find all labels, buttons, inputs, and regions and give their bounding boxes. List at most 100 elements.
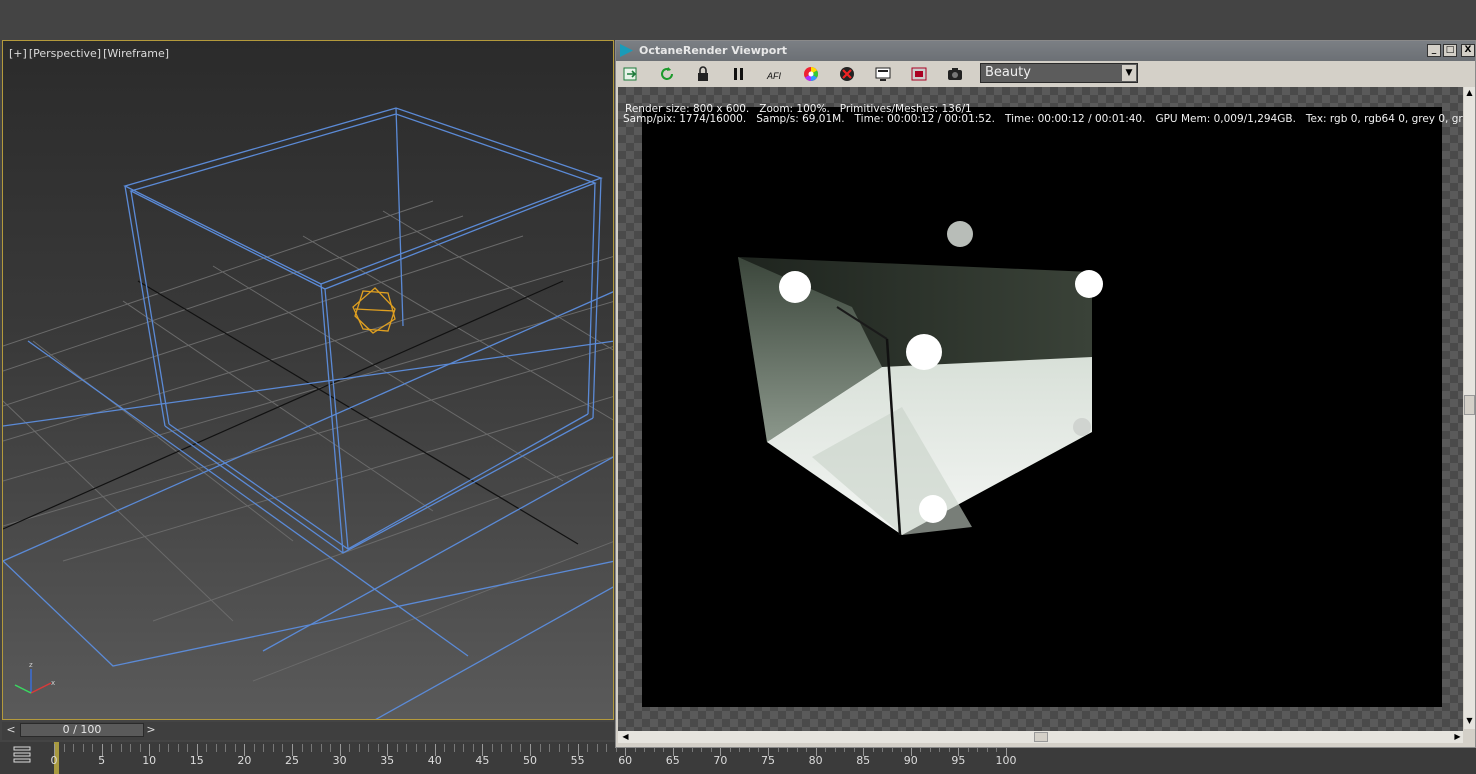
viewport-scene[interactable]: z x	[3, 41, 614, 720]
timeline-minor-tick	[111, 744, 113, 752]
clear-icon[interactable]	[838, 65, 860, 83]
timeline-minor-tick	[406, 744, 408, 752]
timeline-minor-tick	[92, 744, 94, 752]
timeline-minor-tick	[234, 744, 236, 752]
vertical-scrollbar[interactable]: ▲ ▼	[1464, 87, 1475, 729]
display-icon[interactable]	[874, 65, 896, 83]
timeline-minor-tick	[491, 744, 493, 752]
timeline-tick-label: 95	[951, 754, 966, 767]
vertical-scroll-thumb[interactable]	[1464, 395, 1475, 415]
octane-logo-icon	[620, 44, 633, 57]
minimize-button[interactable]: _	[1427, 44, 1441, 57]
timeline-minor-tick	[63, 744, 65, 752]
svg-text:z: z	[29, 661, 33, 669]
export-icon[interactable]	[622, 65, 644, 83]
render-pass-select[interactable]: Beauty ▼	[980, 63, 1138, 83]
grid	[3, 200, 613, 682]
timeline-tick-label: 50	[523, 754, 537, 767]
timeline-minor-tick	[282, 744, 284, 752]
timeline-tick-label: 45	[475, 754, 490, 767]
timeline-minor-tick	[82, 744, 84, 752]
scroll-up-icon[interactable]: ▲	[1464, 87, 1475, 98]
timeline-tick-label: 80	[808, 754, 823, 767]
svg-text:x: x	[51, 679, 55, 687]
timeline-minor-tick	[425, 744, 427, 752]
timeline-minor-tick	[472, 744, 474, 752]
color-wheel-icon[interactable]	[802, 65, 824, 83]
timeline-tick-label: 5	[98, 754, 106, 767]
timeline-minor-tick	[330, 744, 332, 752]
timeline-tick-label: 55	[570, 754, 585, 767]
time-next-arrow[interactable]: >	[144, 723, 158, 737]
time-slider[interactable]: < 0 / 100 >	[2, 722, 614, 740]
timeline-minor-tick	[130, 744, 132, 752]
timeline-tick-label: 35	[380, 754, 395, 767]
curve-editor-icon[interactable]	[12, 745, 34, 763]
time-prev-arrow[interactable]: <	[4, 723, 18, 737]
timeline-minor-tick	[158, 744, 160, 752]
lock-icon[interactable]	[694, 65, 716, 83]
timeline-tick-label: 75	[761, 754, 775, 767]
horizontal-scrollbar[interactable]: ◀ ▶	[618, 731, 1463, 743]
timeline-tick-label: 20	[237, 754, 252, 767]
octane-titlebar[interactable]: OctaneRender Viewport _ □ X	[616, 41, 1475, 61]
afi-icon[interactable]: AFI	[766, 65, 788, 83]
timeline-minor-tick	[225, 744, 227, 752]
perspective-viewport[interactable]: z x [+] [Perspective] [Wireframe]	[2, 40, 614, 720]
render-pass-value: Beauty	[985, 65, 1031, 80]
maximize-button[interactable]: □	[1443, 44, 1457, 57]
timeline-minor-tick	[73, 744, 75, 752]
timeline-tick-label: 70	[713, 754, 728, 767]
camera-icon[interactable]	[946, 65, 968, 83]
light-object[interactable]	[352, 287, 396, 334]
restart-render-icon[interactable]	[658, 65, 680, 83]
viewport-label[interactable]: [+] [Perspective] [Wireframe]	[9, 47, 171, 60]
horizontal-scroll-thumb[interactable]	[1034, 732, 1048, 742]
timeline-tick-label: 25	[285, 754, 299, 767]
region-icon[interactable]	[910, 65, 932, 83]
render-area[interactable]: Samp/pix: 1774/16000. Samp/s: 69,01M. Ti…	[618, 87, 1463, 733]
stats-line-2: Render size: 800 x 600. Zoom: 100%. Prim…	[625, 103, 972, 115]
timeline-tick-label: 90	[903, 754, 918, 767]
scroll-left-icon[interactable]: ◀	[620, 731, 631, 743]
render-image[interactable]	[642, 107, 1442, 707]
timeline-minor-tick	[596, 744, 598, 752]
timeline-minor-tick	[187, 744, 189, 752]
scroll-right-icon[interactable]: ▶	[1452, 731, 1463, 743]
timeline-minor-tick	[253, 744, 255, 752]
close-button[interactable]: X	[1461, 44, 1475, 57]
timeline-minor-tick	[510, 744, 512, 752]
timeline-tick-label: 60	[618, 754, 633, 767]
timeline-minor-tick	[272, 744, 274, 752]
viewport-view-label[interactable]: [Perspective]	[29, 47, 101, 60]
timeline-tick-label: 65	[665, 754, 680, 767]
svg-text:AFI: AFI	[766, 71, 782, 81]
timeline-minor-tick	[120, 744, 122, 752]
top-menu-strip	[0, 0, 1476, 40]
timeline-minor-tick	[453, 744, 455, 752]
timeline-minor-tick	[377, 744, 379, 752]
time-slider-thumb[interactable]: 0 / 100	[20, 723, 144, 737]
timeline-minor-tick	[368, 744, 370, 752]
scroll-down-icon[interactable]: ▼	[1464, 715, 1475, 726]
timeline-minor-tick	[358, 744, 360, 752]
timeline-minor-tick	[606, 744, 608, 752]
timeline-minor-tick	[463, 744, 465, 752]
timeline-minor-tick	[558, 744, 560, 752]
timeline-minor-tick	[301, 744, 303, 752]
window-title: OctaneRender Viewport	[639, 44, 788, 57]
viewport-shading-label[interactable]: [Wireframe]	[103, 47, 169, 60]
timeline-minor-tick	[263, 744, 265, 752]
render-stats: Samp/pix: 1774/16000. Samp/s: 69,01M. Ti…	[623, 89, 1463, 161]
timeline-minor-tick	[311, 744, 313, 752]
pause-icon[interactable]	[730, 65, 752, 83]
timeline-tick-label: 100	[995, 754, 1017, 767]
viewport-menu-plus[interactable]: [+]	[9, 47, 27, 60]
timeline-minor-tick	[568, 744, 570, 752]
octane-viewport-window[interactable]: OctaneRender Viewport _ □ X AFI Beauty ▼…	[615, 40, 1476, 748]
axis-gizmo: z x	[14, 661, 55, 694]
timeline-minor-tick	[139, 744, 141, 752]
timeline-minor-tick	[415, 744, 417, 752]
timeline-minor-tick	[349, 744, 351, 752]
chevron-down-icon[interactable]: ▼	[1122, 65, 1136, 81]
